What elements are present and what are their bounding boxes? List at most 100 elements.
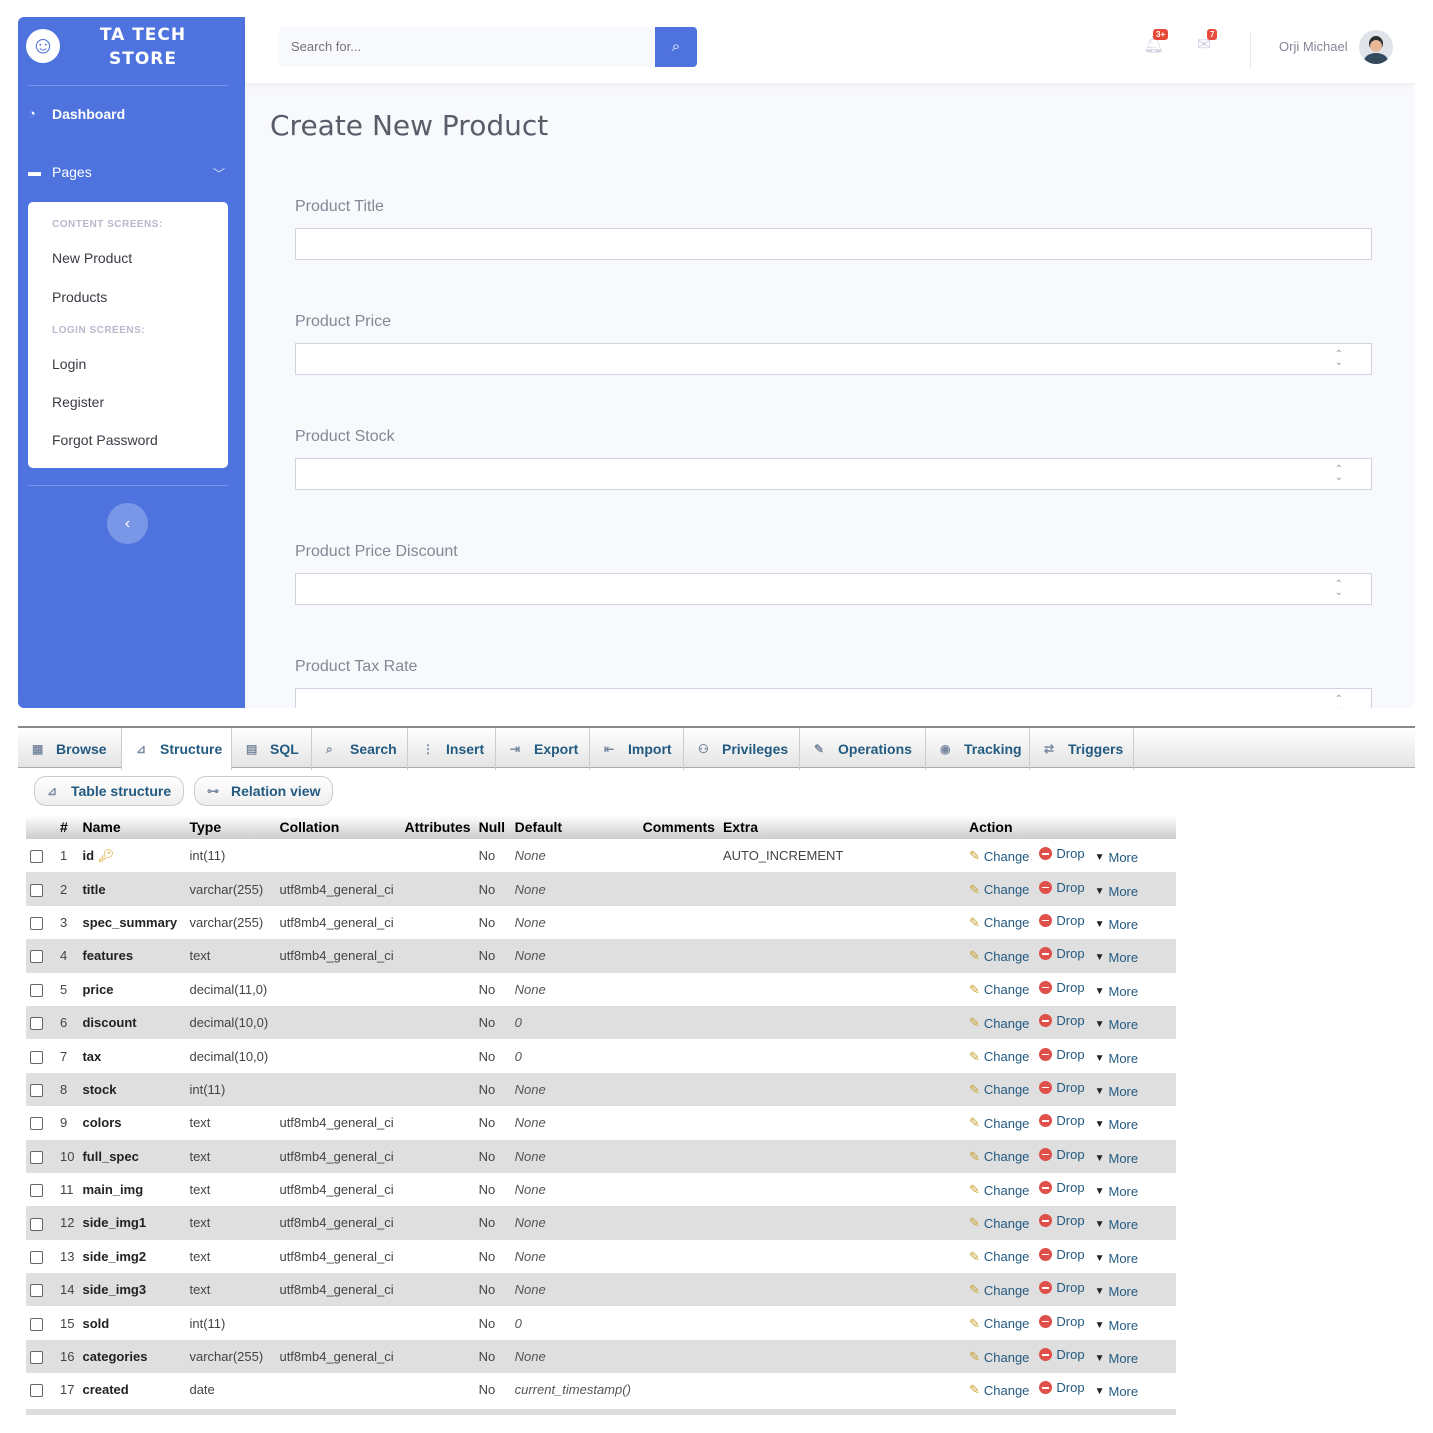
drop-button[interactable]: Drop <box>1039 1247 1085 1262</box>
table-row[interactable]: 12 side_img1 text utf8mb4_general_ci No None ✎… <box>26 1206 1176 1240</box>
drop-button[interactable]: Drop <box>1039 880 1085 895</box>
change-button[interactable]: ✎ Change <box>969 1049 1029 1065</box>
drop-button[interactable]: Drop <box>1039 980 1085 995</box>
change-button[interactable]: ✎ Change <box>969 1149 1029 1165</box>
table-row[interactable]: 4 features text utf8mb4_general_ci No None ✎ Ch… <box>26 939 1176 973</box>
row-checkbox[interactable] <box>30 1117 43 1131</box>
change-button[interactable]: ✎ Change <box>969 848 1029 864</box>
more-button[interactable]: ▼ More <box>1095 850 1139 865</box>
drop-button[interactable]: Drop <box>1039 1280 1085 1295</box>
more-button[interactable]: ▼ More <box>1095 1351 1139 1366</box>
spinner-icon[interactable]: ⌃ ⌄ <box>1335 695 1343 709</box>
more-button[interactable]: ▼ More <box>1095 1384 1139 1399</box>
row-checkbox[interactable] <box>30 1050 43 1064</box>
spinner-icon[interactable]: ⌃ ⌄ <box>1335 350 1343 368</box>
table-row[interactable]: 11 main_img text utf8mb4_general_ci No None ✎ C… <box>26 1172 1176 1207</box>
row-checkbox[interactable] <box>30 983 43 997</box>
table-row[interactable]: 16 categories varchar(255) utf8mb4_general_… <box>26 1339 1176 1374</box>
product-price-input[interactable]: ⌃ ⌄ <box>295 343 1372 375</box>
change-button[interactable]: ✎ Change <box>969 1215 1029 1231</box>
drop-button[interactable]: Drop <box>1039 1347 1085 1362</box>
tab-export[interactable]: ⇥ Export <box>496 728 590 770</box>
row-checkbox[interactable] <box>30 1184 43 1198</box>
submenu-item-products[interactable]: Products <box>52 289 107 305</box>
submenu-item-forgot-password[interactable]: Forgot Password <box>52 432 158 448</box>
table-row[interactable]: 14 side_img3 text utf8mb4_general_ci No None ✎… <box>26 1273 1176 1307</box>
table-row[interactable]: 9 colors text utf8mb4_general_ci No None ✎ Chan… <box>26 1106 1176 1140</box>
row-checkbox[interactable] <box>30 917 43 930</box>
tab-triggers[interactable]: ⇄ Triggers <box>1030 728 1134 770</box>
more-button[interactable]: ▼ More <box>1095 1217 1139 1232</box>
drop-button[interactable]: Drop <box>1039 913 1085 928</box>
drop-button[interactable]: Drop <box>1039 1213 1085 1228</box>
more-button[interactable]: ▼ More <box>1095 950 1139 965</box>
tab-privileges[interactable]: ⚇ Privileges <box>684 728 800 770</box>
row-checkbox[interactable] <box>30 1083 43 1097</box>
messages-button[interactable]: ✉ 7 <box>1197 29 1218 55</box>
more-button[interactable]: ▼ More <box>1095 1017 1139 1032</box>
tab-search[interactable]: ⌕ Search <box>312 728 408 770</box>
row-checkbox[interactable] <box>30 1317 43 1331</box>
row-checkbox[interactable] <box>30 1384 43 1398</box>
change-button[interactable]: ✎ Change <box>969 948 1029 964</box>
drop-button[interactable]: Drop <box>1039 946 1085 961</box>
user-name[interactable]: Orji Michael <box>1279 39 1348 54</box>
spinner-icon[interactable]: ⌃ ⌄ <box>1335 580 1343 598</box>
row-checkbox[interactable] <box>30 1284 43 1298</box>
more-button[interactable]: ▼ More <box>1095 1051 1139 1066</box>
submenu-item-login[interactable]: Login <box>52 356 86 372</box>
table-row[interactable]: 10 full_spec text utf8mb4_general_ci No None ✎… <box>26 1139 1176 1173</box>
sidebar-item-dashboard[interactable]: ◔ Dashboard <box>28 106 125 122</box>
change-button[interactable]: ✎ Change <box>969 1115 1029 1131</box>
drop-button[interactable]: Drop <box>1039 1380 1085 1395</box>
table-row[interactable]: 15 sold int(11) No 0 ✎ Change Drop ▼ More <box>26 1306 1176 1340</box>
change-button[interactable]: ✎ Change <box>969 1015 1029 1031</box>
row-checkbox[interactable] <box>30 850 43 864</box>
product-tax-input[interactable]: ⌃ ⌄ <box>295 688 1372 708</box>
tab-tracking[interactable]: ◉ Tracking <box>926 728 1030 770</box>
product-stock-input[interactable]: ⌃ ⌄ <box>295 458 1372 490</box>
product-discount-input[interactable]: ⌃ ⌄ <box>295 573 1372 605</box>
table-row[interactable]: 8 stock int(11) No None ✎ Change Drop ▼ More <box>26 1072 1176 1107</box>
table-row[interactable]: 7 tax decimal(10,0) No 0 ✎ Change Drop ▼ More <box>26 1039 1176 1073</box>
change-button[interactable]: ✎ Change <box>969 882 1029 898</box>
row-checkbox[interactable] <box>30 1150 43 1164</box>
tab-structure[interactable]: ⊿ Structure <box>122 728 232 770</box>
tab-browse[interactable]: ▦ Browse <box>18 728 122 770</box>
drop-button[interactable]: Drop <box>1039 1047 1085 1062</box>
drop-button[interactable]: Drop <box>1039 1013 1085 1028</box>
change-button[interactable]: ✎ Change <box>969 1182 1029 1198</box>
table-row[interactable]: 13 side_img2 text utf8mb4_general_ci No None ✎… <box>26 1239 1176 1274</box>
change-button[interactable]: ✎ Change <box>969 915 1029 931</box>
drop-button[interactable]: Drop <box>1039 1113 1085 1128</box>
more-button[interactable]: ▼ More <box>1095 917 1139 932</box>
drop-button[interactable]: Drop <box>1039 1180 1085 1195</box>
table-row[interactable]: 5 price decimal(11,0) No None ✎ Change Drop ▼ Mor… <box>26 972 1176 1006</box>
change-button[interactable]: ✎ Change <box>969 1382 1029 1398</box>
tab-operations[interactable]: ✎ Operations <box>800 728 926 770</box>
search-button[interactable]: ⌕ <box>655 27 697 67</box>
change-button[interactable]: ✎ Change <box>969 982 1029 998</box>
submenu-item-register[interactable]: Register <box>52 394 104 410</box>
tab-sql[interactable]: ▤ SQL <box>232 728 312 770</box>
drop-button[interactable]: Drop <box>1039 846 1085 861</box>
more-button[interactable]: ▼ More <box>1095 884 1139 899</box>
column-header[interactable]: Name <box>78 815 186 839</box>
row-checkbox[interactable] <box>30 1351 43 1365</box>
more-button[interactable]: ▼ More <box>1095 1184 1139 1199</box>
submenu-item-new-product[interactable]: New Product <box>52 250 132 266</box>
more-button[interactable]: ▼ More <box>1095 1318 1139 1333</box>
avatar[interactable] <box>1359 30 1393 64</box>
drop-button[interactable]: Drop <box>1039 1147 1085 1162</box>
drop-button[interactable]: Drop <box>1039 1080 1085 1095</box>
spinner-icon[interactable]: ⌃ ⌄ <box>1335 465 1343 483</box>
sidebar-toggle-button[interactable]: ‹ <box>107 503 148 544</box>
tab-import[interactable]: ⇤ Import <box>590 728 684 770</box>
more-button[interactable]: ▼ More <box>1095 1251 1139 1266</box>
table-row[interactable]: 17 created date No current_timestamp() ✎ Chang… <box>26 1373 1176 1407</box>
row-checkbox[interactable] <box>30 950 43 964</box>
product-title-input[interactable] <box>295 228 1372 260</box>
drop-button[interactable]: Drop <box>1039 1314 1085 1329</box>
row-checkbox[interactable] <box>30 883 43 897</box>
sidebar-item-pages[interactable]: ▬ Pages <box>28 164 92 180</box>
